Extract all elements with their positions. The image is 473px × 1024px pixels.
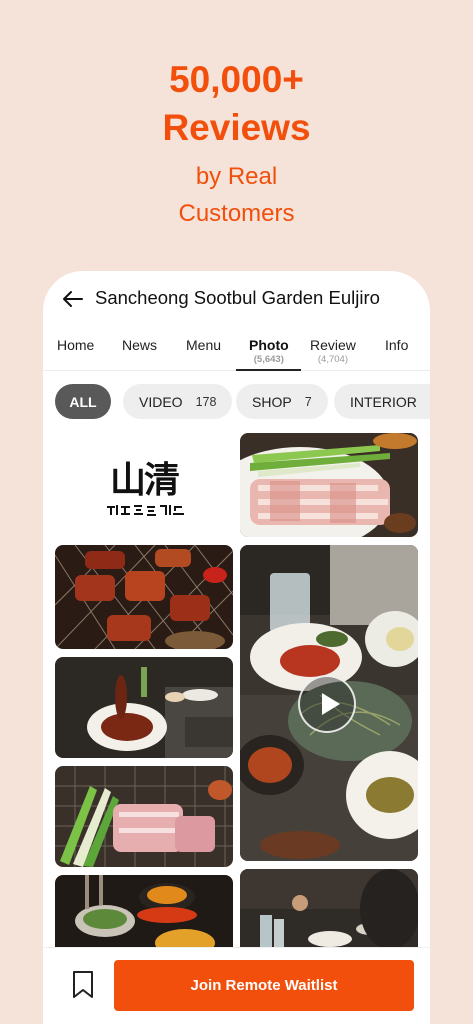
bottom-action-bar: Join Remote Waitlist <box>43 947 430 1024</box>
tab-news[interactable]: News <box>122 337 157 353</box>
filter-chip-interior[interactable]: INTERIOR 18 <box>334 384 430 419</box>
logo-korean <box>107 503 187 517</box>
pork-on-grill-photo[interactable] <box>55 766 233 867</box>
filter-chips: ALL VIDEO 178 SHOP 7 INTERIOR 18 <box>43 384 430 420</box>
chip-label: ALL <box>69 393 97 410</box>
active-tab-indicator <box>236 369 301 371</box>
filter-chip-shop[interactable]: SHOP 7 <box>236 384 328 419</box>
phone-screen: Sancheong Sootbul Garden Euljiro Home Ne… <box>43 271 430 1024</box>
table-drinks-photo[interactable] <box>240 869 418 955</box>
promo-headline: 50,000+ Reviews <box>0 56 473 152</box>
arrow-left-icon[interactable] <box>61 287 85 311</box>
tab-bar: Home News Menu Photo (5,643) Review (4,7… <box>43 331 430 371</box>
restaurant-table-video[interactable] <box>240 545 418 861</box>
tab-review[interactable]: Review (4,704) <box>310 337 356 365</box>
filter-chip-video[interactable]: VIDEO 178 <box>123 384 233 419</box>
tab-label: Photo <box>249 337 289 353</box>
stew-and-grill-photo[interactable] <box>55 875 233 955</box>
tab-label: Review <box>310 337 356 353</box>
filter-chip-all[interactable]: ALL <box>55 384 111 419</box>
pork-belly-platter-photo[interactable] <box>240 433 418 537</box>
restaurant-logo-tile[interactable]: 山清 <box>55 433 233 537</box>
sauced-dish-photo[interactable] <box>55 657 233 758</box>
logo-hanja: 山清 <box>110 459 180 501</box>
tab-count: (5,643) <box>253 354 284 365</box>
join-waitlist-button[interactable]: Join Remote Waitlist <box>114 960 414 1011</box>
tab-label: Menu <box>186 337 222 353</box>
chip-label: INTERIOR <box>350 393 417 410</box>
grilled-marinated-meat-photo[interactable] <box>55 545 233 649</box>
play-icon[interactable] <box>298 675 356 733</box>
promo-sub-line1: by Real <box>195 163 278 190</box>
tab-count: (4,704) <box>317 354 348 365</box>
bookmark-icon[interactable] <box>70 970 96 1000</box>
tab-info[interactable]: Info <box>385 337 408 353</box>
tab-home[interactable]: Home <box>57 337 94 353</box>
chip-count: 7 <box>304 394 312 409</box>
chip-label: SHOP <box>252 393 292 410</box>
tab-label: Info <box>385 337 409 353</box>
promo-subtitle: by Real Customers <box>0 158 473 232</box>
tab-menu[interactable]: Menu <box>186 337 221 353</box>
tab-label: News <box>122 337 158 353</box>
tab-label: Home <box>57 337 95 353</box>
promo-sub-line2: Customers <box>178 200 295 227</box>
app-header: Sancheong Sootbul Garden Euljiro <box>43 271 430 326</box>
promo-headline-line1: 50,000+ <box>169 59 304 100</box>
chip-label: VIDEO <box>139 393 183 410</box>
tab-photo[interactable]: Photo (5,643) <box>249 337 289 365</box>
promo-headline-line2: Reviews <box>162 107 311 148</box>
chip-count: 178 <box>195 394 217 409</box>
page-title: Sancheong Sootbul Garden Euljiro <box>95 287 380 308</box>
